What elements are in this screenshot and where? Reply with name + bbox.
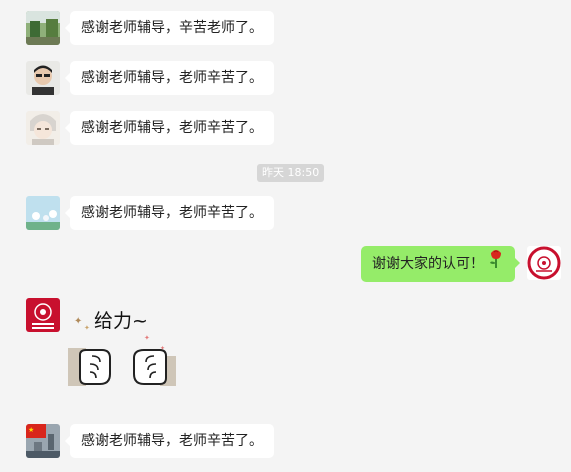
sticker-sparkle-far-right: ✦ — [160, 345, 165, 352]
avatar[interactable] — [26, 111, 60, 145]
avatar[interactable]: ★ — [26, 424, 60, 458]
message-bubble[interactable]: 感谢老师辅导，辛苦老师了。 — [65, 11, 274, 45]
gei-li-sticker[interactable]: ✦ ✦ ✦ ✦ 给力~ — [68, 300, 176, 392]
message-text: 感谢老师辅导，老师辛苦了。 — [81, 120, 263, 136]
sticker-sparkle-right: ✦ — [144, 334, 150, 342]
avatar[interactable] — [26, 298, 60, 332]
rose-icon — [488, 246, 504, 282]
message-text: 感谢老师辅导，老师辛苦了。 — [81, 205, 263, 221]
sticker-text: 给力~ — [94, 310, 148, 332]
message-bubble[interactable]: 感谢老师辅导，老师辛苦了。 — [65, 196, 274, 230]
message-bubble[interactable]: 感谢老师辅导，老师辛苦了。 — [65, 61, 274, 95]
message-bubble[interactable]: 感谢老师辅导，老师辛苦了。 — [65, 111, 274, 145]
message-text: 感谢老师辅导，老师辛苦了。 — [81, 433, 263, 449]
avatar[interactable] — [26, 196, 60, 230]
svg-text:★: ★ — [28, 426, 34, 434]
message-bubble[interactable]: 感谢老师辅导，老师辛苦了。 — [65, 424, 274, 458]
sticker-sparkle-small: ✦ — [84, 324, 90, 332]
timestamp-label: 昨天 18:50 — [257, 164, 325, 182]
message-bubble[interactable]: 谢谢大家的认可！ — [361, 246, 520, 282]
avatar[interactable] — [26, 11, 60, 45]
sticker-sparkle-left: ✦ — [74, 316, 82, 327]
avatar[interactable] — [26, 61, 60, 95]
message-text: 感谢老师辅导，老师辛苦了。 — [81, 70, 263, 86]
message-text: 谢谢大家的认可！ — [372, 256, 484, 272]
message-text: 感谢老师辅导，辛苦老师了。 — [81, 20, 263, 36]
avatar[interactable] — [527, 246, 561, 280]
